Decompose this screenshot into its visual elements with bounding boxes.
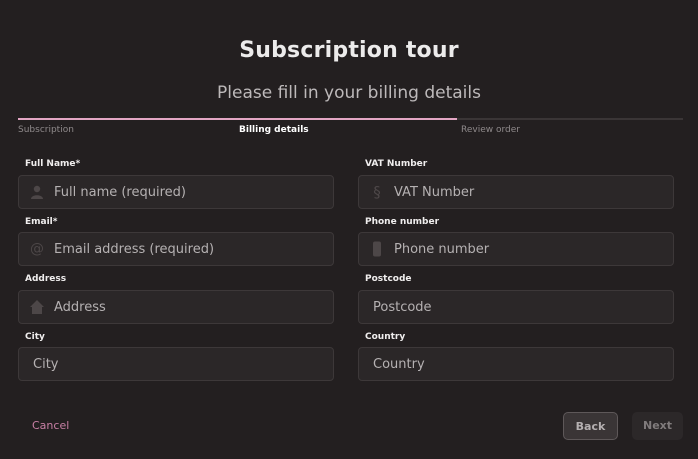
vat-number-input[interactable] bbox=[394, 176, 665, 208]
progress-bar bbox=[18, 118, 683, 120]
page-title: Subscription tour bbox=[239, 38, 459, 63]
country-field[interactable] bbox=[358, 347, 674, 381]
postcode-field[interactable] bbox=[358, 290, 674, 324]
cancel-button[interactable]: Cancel bbox=[32, 419, 69, 432]
email-field[interactable]: @ bbox=[18, 232, 334, 266]
address-label: Address bbox=[25, 274, 67, 284]
full-name-input[interactable] bbox=[54, 176, 325, 208]
address-field[interactable] bbox=[18, 290, 334, 324]
user-icon bbox=[29, 184, 45, 200]
phone-number-label: Phone number bbox=[365, 217, 440, 227]
section-icon: § bbox=[373, 183, 381, 201]
phone-icon bbox=[369, 241, 385, 257]
page-subtitle: Please fill in your billing details bbox=[217, 83, 481, 103]
next-button[interactable]: Next bbox=[632, 412, 683, 440]
address-input[interactable] bbox=[54, 291, 325, 323]
step-review-order: Review order bbox=[461, 125, 520, 135]
step-subscription: Subscription bbox=[18, 125, 74, 135]
home-icon bbox=[29, 299, 45, 315]
phone-number-input[interactable] bbox=[394, 233, 665, 265]
vat-number-label: VAT Number bbox=[365, 159, 428, 169]
step-billing-details: Billing details bbox=[239, 125, 309, 135]
country-input[interactable] bbox=[373, 348, 665, 380]
back-button[interactable]: Back bbox=[563, 412, 618, 440]
progress-bar-fill bbox=[18, 118, 457, 120]
country-label: Country bbox=[365, 332, 406, 342]
city-input[interactable] bbox=[33, 348, 325, 380]
city-field[interactable] bbox=[18, 347, 334, 381]
phone-number-field[interactable] bbox=[358, 232, 674, 266]
postcode-label: Postcode bbox=[365, 274, 412, 284]
email-label: Email* bbox=[25, 217, 58, 227]
full-name-field[interactable] bbox=[18, 175, 334, 209]
at-icon: @ bbox=[30, 241, 44, 257]
email-input[interactable] bbox=[54, 233, 325, 265]
full-name-label: Full Name* bbox=[25, 159, 81, 169]
vat-number-field[interactable]: § bbox=[358, 175, 674, 209]
city-label: City bbox=[25, 332, 45, 342]
postcode-input[interactable] bbox=[373, 291, 665, 323]
